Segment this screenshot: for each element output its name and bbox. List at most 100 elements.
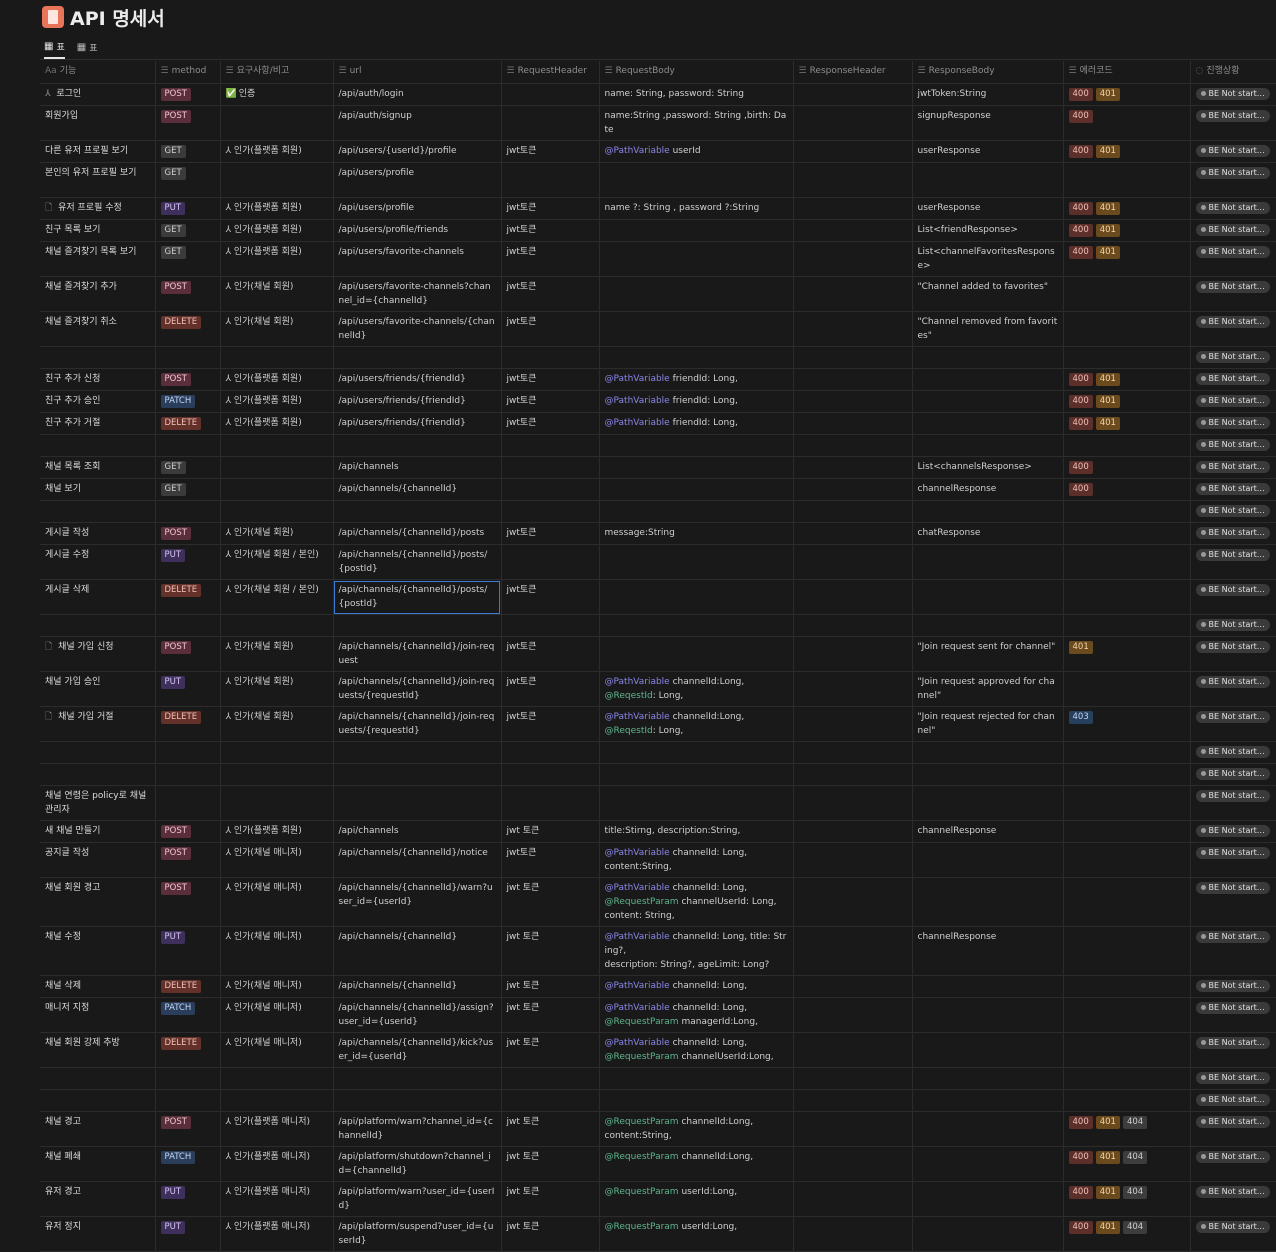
- cell-method[interactable]: POST: [155, 636, 221, 672]
- cell-status[interactable]: BE Not start…: [1190, 785, 1276, 821]
- cell-request-body[interactable]: @PathVariable friendId: Long,: [599, 390, 794, 413]
- cell-method[interactable]: DELETE: [155, 311, 221, 347]
- column-header[interactable]: ☰ ResponseBody: [912, 61, 1064, 84]
- cell-response-body[interactable]: [912, 500, 1064, 523]
- cell-url[interactable]: [333, 500, 502, 523]
- cell-error-codes[interactable]: [1063, 162, 1191, 198]
- cell-request-header[interactable]: [501, 1067, 600, 1090]
- cell-error-codes[interactable]: 400 401: [1063, 140, 1191, 163]
- cell-response-body[interactable]: jwtToken:String: [912, 83, 1064, 106]
- cell-request-body[interactable]: @PathVariable channelId: Long, @RequestPa…: [599, 997, 794, 1033]
- cell-request-header[interactable]: [501, 83, 600, 106]
- cell-request-body[interactable]: @PathVariable channelId: Long, content:St…: [599, 842, 794, 878]
- cell-feature[interactable]: [40, 763, 156, 786]
- cell-error-codes[interactable]: 400 401: [1063, 241, 1191, 277]
- cell-request-body[interactable]: name: String, password: String: [599, 83, 794, 106]
- cell-method[interactable]: PUT: [155, 926, 221, 976]
- cell-requirement[interactable]: ⅄ 인가(채널 회원): [220, 636, 334, 672]
- cell-url[interactable]: /api/platform/shutdown?channel_id={chann…: [333, 1146, 502, 1182]
- cell-request-header[interactable]: [501, 544, 600, 580]
- cell-requirement[interactable]: ⅄ 인가(플랫폼 회원): [220, 390, 334, 413]
- cell-request-header[interactable]: jwt토큰: [501, 311, 600, 347]
- cell-method[interactable]: GET: [155, 162, 221, 198]
- cell-status[interactable]: BE Not start…: [1190, 368, 1276, 391]
- cell-method[interactable]: GET: [155, 219, 221, 242]
- cell-method[interactable]: POST: [155, 877, 221, 927]
- cell-request-body[interactable]: @RequestParam channelId:Long,: [599, 1146, 794, 1182]
- cell-requirement[interactable]: [220, 614, 334, 637]
- cell-request-body[interactable]: message:String: [599, 522, 794, 545]
- cell-requirement[interactable]: ⅄ 인가(채널 매니저): [220, 1032, 334, 1068]
- cell-requirement[interactable]: ⅄ 인가(채널 매니저): [220, 926, 334, 976]
- cell-request-body[interactable]: [599, 500, 794, 523]
- cell-response-header[interactable]: [793, 842, 913, 878]
- cell-request-body[interactable]: [599, 346, 794, 369]
- cell-url[interactable]: /api/platform/warn?user_id={userId}: [333, 1181, 502, 1217]
- cell-request-header[interactable]: jwt토큰: [501, 241, 600, 277]
- cell-request-body[interactable]: title:Stirng, description:String,: [599, 820, 794, 843]
- cell-request-header[interactable]: [501, 478, 600, 501]
- cell-url[interactable]: /api/users/{userId}/profile: [333, 140, 502, 163]
- cell-response-body[interactable]: "Join request rejected for channel": [912, 706, 1064, 742]
- cell-method[interactable]: [155, 614, 221, 637]
- cell-request-header[interactable]: [501, 456, 600, 479]
- cell-error-codes[interactable]: 400: [1063, 478, 1191, 501]
- cell-response-body[interactable]: chatResponse: [912, 522, 1064, 545]
- cell-url[interactable]: /api/channels/{channelId}: [333, 975, 502, 998]
- cell-response-header[interactable]: [793, 877, 913, 927]
- cell-method[interactable]: [155, 785, 221, 821]
- cell-response-body[interactable]: [912, 412, 1064, 435]
- cell-url[interactable]: /api/channels/{channelId}/notice: [333, 842, 502, 878]
- cell-error-codes[interactable]: [1063, 997, 1191, 1033]
- cell-error-codes[interactable]: 400 401 404: [1063, 1181, 1191, 1217]
- cell-response-body[interactable]: [912, 1181, 1064, 1217]
- cell-feature[interactable]: 게시글 작성: [40, 522, 156, 545]
- cell-url[interactable]: /api/users/friends/{friendId}: [333, 390, 502, 413]
- cell-feature[interactable]: 친구 추가 거절: [40, 412, 156, 435]
- cell-method[interactable]: POST: [155, 842, 221, 878]
- cell-error-codes[interactable]: [1063, 785, 1191, 821]
- cell-method[interactable]: POST: [155, 522, 221, 545]
- cell-request-body[interactable]: @PathVariable channelId:Long, @ReqestId: …: [599, 671, 794, 707]
- cell-response-header[interactable]: [793, 522, 913, 545]
- cell-error-codes[interactable]: [1063, 614, 1191, 637]
- cell-request-body[interactable]: @RequestParam channelId:Long, content:Str…: [599, 1111, 794, 1147]
- cell-response-body[interactable]: "Channel removed from favorites": [912, 311, 1064, 347]
- cell-url[interactable]: /api/channels/{channelId}/posts/{postId}: [333, 544, 502, 580]
- cell-method[interactable]: GET: [155, 140, 221, 163]
- cell-request-header[interactable]: [501, 785, 600, 821]
- cell-status[interactable]: BE Not start…: [1190, 741, 1276, 764]
- cell-response-header[interactable]: [793, 741, 913, 764]
- cell-status[interactable]: BE Not start…: [1190, 1067, 1276, 1090]
- cell-method[interactable]: [155, 346, 221, 369]
- cell-requirement[interactable]: ⅄ 인가(플랫폼 매니저): [220, 1181, 334, 1217]
- cell-error-codes[interactable]: 400 401: [1063, 412, 1191, 435]
- cell-requirement[interactable]: ⅄ 인가(채널 회원): [220, 522, 334, 545]
- cell-status[interactable]: BE Not start…: [1190, 311, 1276, 347]
- cell-requirement[interactable]: ⅄ 인가(플랫폼 회원): [220, 412, 334, 435]
- cell-request-body[interactable]: [599, 1089, 794, 1112]
- cell-response-body[interactable]: "Join request sent for channel": [912, 636, 1064, 672]
- cell-requirement[interactable]: [220, 500, 334, 523]
- cell-url[interactable]: /api/users/favorite-channels?channel_id=…: [333, 276, 502, 312]
- cell-method[interactable]: POST: [155, 368, 221, 391]
- cell-response-body[interactable]: [912, 1032, 1064, 1068]
- cell-request-header[interactable]: jwt토큰: [501, 390, 600, 413]
- cell-response-header[interactable]: [793, 162, 913, 198]
- cell-requirement[interactable]: [220, 1089, 334, 1112]
- cell-method[interactable]: POST: [155, 83, 221, 106]
- cell-method[interactable]: POST: [155, 105, 221, 141]
- cell-request-body[interactable]: [599, 434, 794, 457]
- cell-error-codes[interactable]: [1063, 741, 1191, 764]
- column-header[interactable]: ☰ RequestHeader: [501, 61, 600, 84]
- cell-request-header[interactable]: jwt 토큰: [501, 1032, 600, 1068]
- cell-response-header[interactable]: [793, 579, 913, 615]
- cell-status[interactable]: BE Not start…: [1190, 390, 1276, 413]
- cell-feature[interactable]: 🗋 채널 가입 거절: [40, 706, 156, 742]
- cell-status[interactable]: BE Not start…: [1190, 1111, 1276, 1147]
- cell-url[interactable]: [333, 1067, 502, 1090]
- cell-requirement[interactable]: ⅄ 인가(채널 매니저): [220, 877, 334, 927]
- cell-feature[interactable]: 친구 추가 승인: [40, 390, 156, 413]
- cell-url[interactable]: /api/channels: [333, 456, 502, 479]
- cell-url[interactable]: /api/platform/warn?channel_id={channelId…: [333, 1111, 502, 1147]
